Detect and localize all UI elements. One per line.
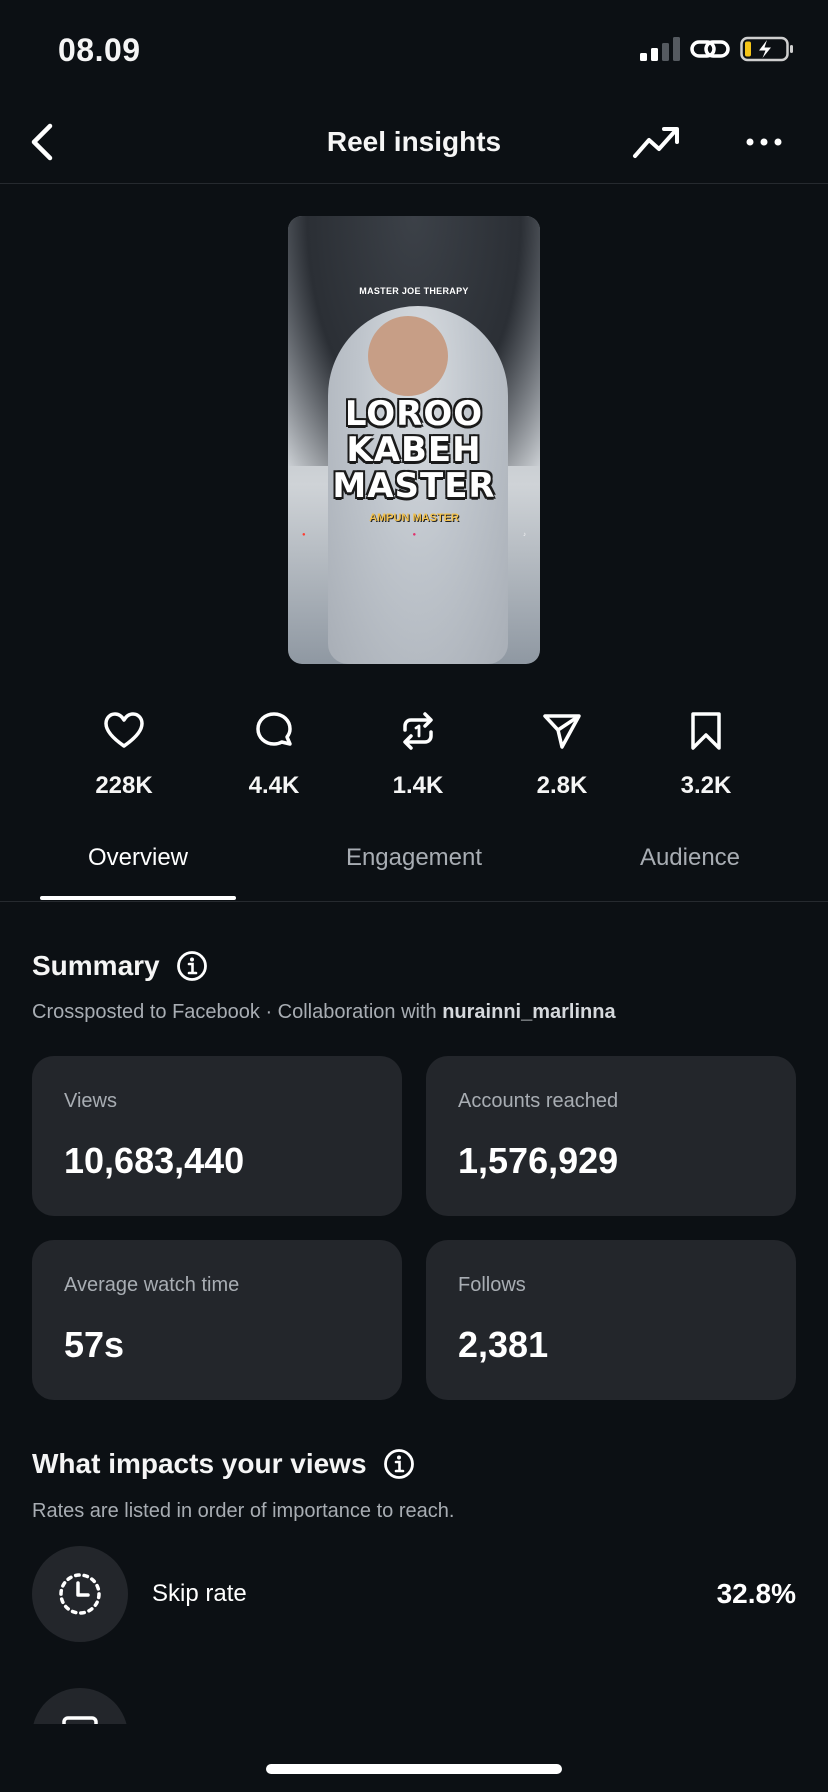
cellular-signal-icon — [640, 37, 680, 61]
summary-title: Summary — [32, 950, 160, 981]
tiktok-icon: ♪ — [523, 532, 526, 538]
factor-icon-circle — [32, 1688, 128, 1724]
thumbnail-face — [368, 316, 448, 396]
impacts-heading: What impacts your views — [32, 1448, 415, 1480]
collaborator-link[interactable]: nurainni_marlinna — [442, 1001, 615, 1023]
active-tab-indicator — [40, 896, 236, 900]
repost-icon — [403, 712, 433, 750]
stat-value: 228K — [95, 772, 153, 799]
skip-rate-row[interactable]: Skip rate 32.8% — [32, 1546, 796, 1642]
stat-value: 3.2K — [680, 772, 732, 799]
accounts-reached-card[interactable]: Accounts reached 1,576,929 — [426, 1056, 796, 1216]
comment-icon — [256, 712, 292, 746]
stat-value: 1.4K — [392, 772, 444, 799]
card-value: 1,576,929 — [458, 1140, 619, 1181]
instagram-icon: ● — [412, 532, 417, 538]
thumbnail-brand-text: MASTER JOE THERAPY — [359, 286, 469, 296]
stat-value: 4.4K — [248, 772, 300, 799]
dashed-clock-icon — [59, 1573, 101, 1615]
screen-icon — [62, 1716, 98, 1724]
nav-bar: Reel insights — [0, 100, 828, 184]
bookmark-icon — [691, 712, 721, 750]
factor-icon-circle — [32, 1546, 128, 1642]
stat-saves[interactable]: 3.2K — [646, 710, 766, 800]
card-label: Follows — [458, 1274, 526, 1296]
factor-label: Skip rate — [152, 1580, 247, 1607]
tab-audience[interactable]: Audience — [590, 844, 790, 872]
page-title: Reel insights — [326, 126, 502, 157]
stat-shares[interactable]: 2.8K — [502, 710, 622, 800]
insights-tabs: Overview Engagement Audience — [0, 832, 828, 902]
thumbnail-subtitle-text: AMPUN MASTER — [369, 512, 459, 524]
personal-hotspot-icon — [690, 40, 730, 58]
views-card[interactable]: Views 10,683,440 — [32, 1056, 402, 1216]
average-watch-time-card[interactable]: Average watch time 57s — [32, 1240, 402, 1400]
info-icon[interactable] — [383, 1448, 415, 1480]
card-value: 57s — [64, 1324, 125, 1365]
crosspost-text: Crossposted to Facebook · Collaboration … — [32, 1001, 443, 1023]
more-options-icon[interactable] — [742, 128, 786, 156]
stat-reposts[interactable]: 1.4K — [358, 710, 478, 800]
status-time: 08.09 — [58, 32, 141, 68]
status-icons — [640, 36, 794, 62]
summary-subtitle: Crossposted to Facebook · Collaboration … — [32, 1001, 616, 1024]
engagement-stats: 228K 4.4K 1.4K 2.8K 3.2K — [0, 710, 828, 810]
follows-card[interactable]: Follows 2,381 — [426, 1240, 796, 1400]
next-factor-row-partial — [32, 1688, 128, 1724]
impacts-title: What impacts your views — [32, 1448, 367, 1479]
info-icon[interactable] — [176, 950, 208, 982]
youtube-icon: ● — [302, 532, 306, 538]
card-label: Views — [64, 1090, 117, 1112]
summary-heading: Summary — [32, 950, 208, 982]
reel-thumbnail[interactable]: MASTER JOE THERAPY LOROO KABEH MASTER AM… — [288, 216, 540, 664]
card-label: Accounts reached — [458, 1090, 619, 1112]
card-value: 2,381 — [458, 1324, 549, 1365]
trending-up-icon[interactable] — [632, 122, 680, 162]
stat-comments[interactable]: 4.4K — [214, 710, 334, 800]
thumbnail-social-handles: ● ● ♪ — [302, 532, 526, 538]
heart-icon — [104, 712, 144, 748]
status-bar: 08.09 — [0, 0, 828, 100]
share-icon — [543, 714, 581, 749]
card-label: Average watch time — [64, 1274, 240, 1296]
card-value: 10,683,440 — [64, 1140, 245, 1181]
impacts-subtitle: Rates are listed in order of importance … — [32, 1500, 455, 1522]
battery-icon — [740, 36, 793, 62]
tab-engagement[interactable]: Engagement — [314, 844, 514, 872]
stat-value: 2.8K — [536, 772, 588, 799]
stat-likes[interactable]: 228K — [64, 710, 184, 800]
tab-overview[interactable]: Overview — [40, 844, 236, 872]
thumbnail-title-text: LOROO KABEH MASTER — [332, 394, 496, 506]
factor-value: 32.8% — [716, 1578, 796, 1609]
home-indicator — [266, 1764, 562, 1774]
